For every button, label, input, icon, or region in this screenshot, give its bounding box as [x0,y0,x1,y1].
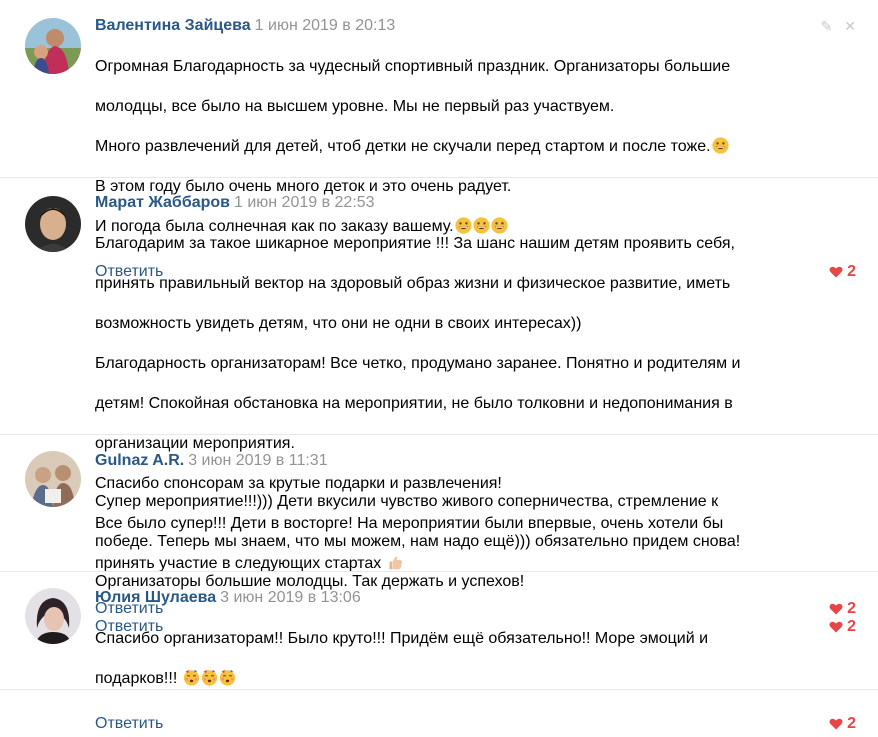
comment-date[interactable]: 3 июн 2019 в 11:31 [188,452,327,469]
comment: Юлия Шулаева 3 июн 2019 в 13:06 Спасибо о… [0,572,878,732]
party-face-emoji [183,669,200,686]
reply-button[interactable]: Ответить [95,715,163,733]
grin-emoji [712,137,729,154]
avatar[interactable] [25,451,81,507]
edit-icon[interactable]: ✎ [821,18,833,35]
comment-line: Благодарность организаторам! Все четко, … [95,355,741,372]
comment-text: Спасибо организаторам!! Было круто!!! Пр… [95,609,858,709]
comment: Марат Жаббаров 1 июн 2019 в 22:53 Благода… [0,178,878,617]
comment-author[interactable]: Юлия Шулаева [95,589,216,606]
comment-author[interactable]: Марат Жаббаров [95,194,230,211]
comment: ✎ ✕ Валентина Зайцева 1 июн 2019 в 20:13 … [0,0,878,280]
like-button[interactable]: 2 [829,715,856,733]
comment-date[interactable]: 1 июн 2019 в 22:53 [234,194,375,211]
comment-date[interactable]: 3 июн 2019 в 13:06 [220,589,361,606]
avatar[interactable] [25,18,81,74]
comment-line: детям! Спокойная обстановка на мероприят… [95,395,733,412]
comment-line: принять правильный вектор на здоровый об… [95,275,731,292]
comment-line: Благодарим за такое шикарное мероприятие… [95,235,735,252]
comment-line: Много развлечений для детей, чтоб детки … [95,137,858,157]
comment-line: Огромная Благодарность за чудесный спорт… [95,58,731,75]
party-face-emoji [201,669,218,686]
comment-tools: ✎ ✕ [821,18,856,35]
heart-icon [829,718,843,730]
comment-author[interactable]: Gulnaz A.R. [95,452,184,469]
avatar[interactable] [25,588,81,644]
comment-author[interactable]: Валентина Зайцева [95,17,251,34]
comment-line: победе. Теперь мы знаем, что мы можем, н… [95,533,741,550]
comment-line: Супер мероприятие!!!))) Дети вкусили чув… [95,493,719,510]
comment-line: Спасибо организаторам!! Было круто!!! Пр… [95,630,709,647]
comment: Gulnaz A.R. 3 июн 2019 в 11:31 Супер меро… [0,435,878,635]
avatar[interactable] [25,196,81,252]
like-count: 2 [847,715,856,732]
close-icon[interactable]: ✕ [844,18,856,35]
comment-line: возможность увидеть детям, что они не од… [95,315,582,332]
comment-line: молодцы, все было на высшем уровне. Мы н… [95,98,615,115]
comment-date[interactable]: 1 июн 2019 в 20:13 [255,17,396,34]
comment-line: подарков!!! [95,669,858,689]
party-face-emoji [219,669,236,686]
